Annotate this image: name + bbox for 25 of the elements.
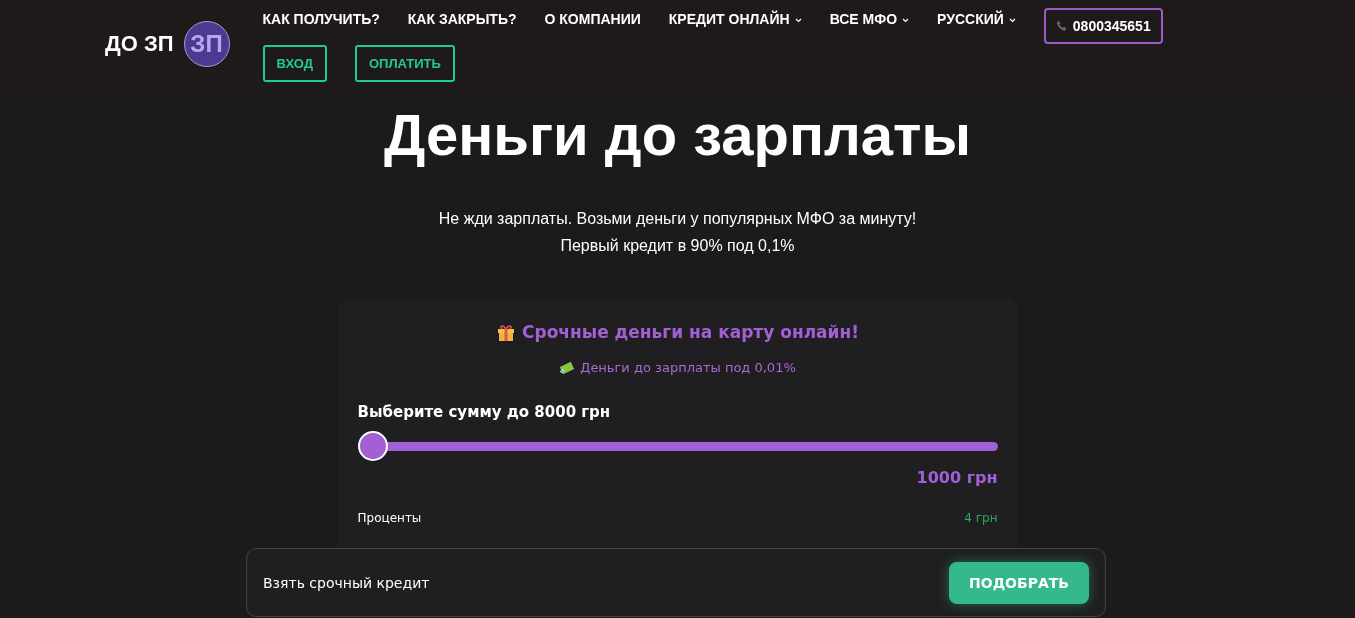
slider-thumb[interactable] (357, 431, 388, 461)
hero-subtitle: Первый кредит в 90% под 0,1% (560, 237, 795, 255)
row-label: Проценты (357, 511, 422, 525)
amount-value: 1000 грн (915, 468, 998, 487)
phone-icon (1055, 20, 1068, 32)
sticky-text: Взять срочный кредит (263, 574, 430, 591)
header-button[interactable]: ВХОД (262, 45, 327, 82)
gift-icon (496, 322, 516, 342)
nav-dropdown[interactable]: РУССКИЙ (937, 11, 1016, 27)
row-value: 4 грн (964, 511, 998, 525)
amount-slider[interactable] (357, 431, 998, 461)
nav-dropdown[interactable]: КРЕДИТ ОНЛАЙН (668, 11, 802, 27)
phone-button[interactable]: 0800345651 (1043, 8, 1163, 44)
logo-text[interactable]: ДО ЗП (105, 31, 174, 57)
hero-title: Деньги до зарплаты (382, 102, 973, 168)
header-button[interactable]: ОПЛАТИТЬ (354, 45, 455, 82)
nav-link[interactable]: О КОМПАНИИ (544, 11, 641, 27)
card-title: Срочные деньги на карту онлайн! (522, 322, 859, 342)
nav-dropdown[interactable]: ВСЕ МФО (829, 11, 910, 27)
card-subtitle: Деньги до зарплаты под 0,01% (580, 360, 796, 375)
slider-label: Выберите сумму до 8000 грн (357, 403, 612, 421)
hero-subtitle: Не жди зарплаты. Возьми деньги у популярных МФО за минуту! (438, 210, 917, 228)
nav-link[interactable]: КАК ПОЛУЧИТЬ? (262, 11, 380, 27)
nav-link[interactable]: КАК ЗАКРЫТЬ? (407, 11, 517, 27)
logo-badge[interactable]: ЗП (183, 21, 230, 67)
